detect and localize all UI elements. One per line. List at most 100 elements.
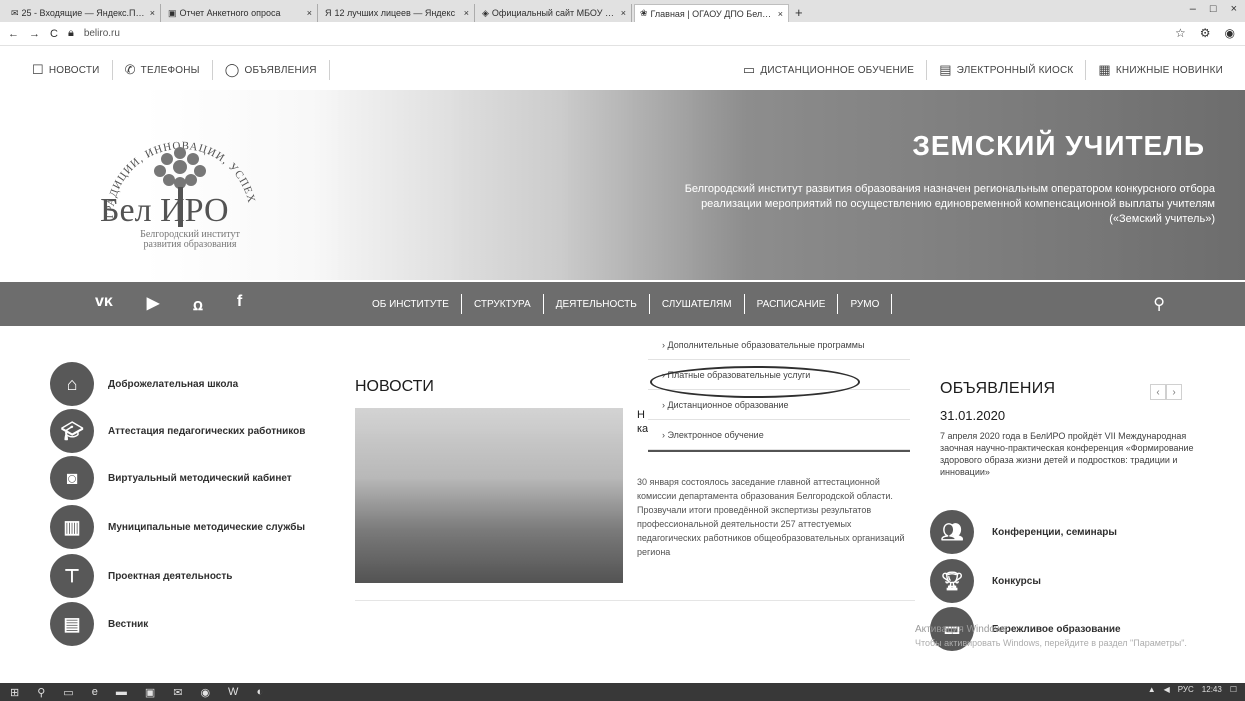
back-icon[interactable]: ←	[8, 28, 19, 40]
edge-icon[interactable]: e	[92, 686, 98, 698]
browser-tab[interactable]: Я 12 лучших лицеев — Яндекс ×	[320, 4, 475, 22]
announcements-pager: ‹ ›	[1150, 384, 1182, 400]
sidebar-item-projects[interactable]: ⊤ Проектная деятельность	[50, 554, 232, 598]
app-icon[interactable]: ◐	[256, 686, 263, 698]
announcement-date: 31.01.2020	[940, 408, 1006, 423]
word-icon[interactable]: W	[228, 686, 238, 698]
windows-activation-watermark: Активация Windows	[915, 624, 1008, 635]
trophy-icon: 🏆︎	[930, 559, 974, 603]
browser-tab-active[interactable]: ❀ Главная | ОГАОУ ДПО БелИРО ×	[634, 4, 789, 22]
top-link-phones[interactable]: ✆ ТЕЛЕФОНЫ	[113, 60, 213, 80]
top-link-new-books[interactable]: ▦ КНИЖНЫЕ НОВИНКИ	[1086, 60, 1235, 80]
browser-actions: ☆ ⚙ ◉	[1175, 26, 1235, 40]
sidebar-item-friendly-school[interactable]: ⌂ Доброжелательная школа	[50, 362, 238, 406]
nav-item-activity[interactable]: ДЕЯТЕЛЬНОСТЬ	[544, 294, 650, 314]
sidebar-item-attestation[interactable]: 🎓︎ Аттестация педагогических работников	[50, 409, 305, 453]
address-bar: ← → C 🔒︎ beliro.ru	[0, 22, 1245, 46]
notifications-icon[interactable]: ☐	[1230, 685, 1237, 694]
system-tray: ▲ ◀ РУС 12:43 ☐	[1148, 685, 1237, 694]
book-icon: ▦	[1098, 62, 1111, 77]
explorer-icon[interactable]: ▬	[116, 686, 127, 698]
vr-icon: ◙	[50, 456, 94, 500]
mail-icon: ✉	[11, 7, 19, 18]
announcements-heading[interactable]: ОБЪЯВЛЕНИЯ	[940, 380, 1055, 398]
dropdown-item-elearning[interactable]: › Электронное обучение	[648, 420, 910, 450]
yandex-icon: Я	[325, 8, 332, 18]
banner-title[interactable]: ЗЕМСКИЙ УЧИТЕЛЬ	[912, 130, 1205, 162]
sidebar-item-municipal[interactable]: ▥ Муниципальные методические службы	[50, 505, 305, 549]
close-tab-icon[interactable]: ×	[464, 8, 469, 18]
top-link-announcements[interactable]: ◯ ОБЪЯВЛЕНИЯ	[213, 60, 330, 80]
dropdown-item-programs[interactable]: › Дополнительные образовательные програм…	[648, 330, 910, 360]
prev-arrow-icon[interactable]: ‹	[1150, 384, 1166, 400]
nav-item-structure[interactable]: СТРУКТУРА	[462, 294, 544, 314]
lock-icon: 🔒︎	[67, 27, 74, 39]
task-view-icon[interactable]: ▭	[63, 686, 73, 699]
highlight-oval	[650, 366, 860, 398]
top-link-distance-learning[interactable]: ▭ ДИСТАНЦИОННОЕ ОБУЧЕНИЕ	[731, 60, 928, 80]
nav-item-about[interactable]: ОБ ИНСТИТУТЕ	[360, 294, 462, 314]
divider	[355, 600, 915, 601]
browser-tab-bar: ✉ 25 - Входящие — Яндекс.Почта × ▣ Отчет Ан…	[0, 0, 1245, 22]
banner-text: Белгородский институт развития образован…	[684, 183, 1215, 225]
close-tab-icon[interactable]: ×	[307, 8, 312, 18]
chat-icon: ☐	[32, 62, 44, 77]
top-link-kiosk[interactable]: ▤ ЭЛЕКТРОННЫЙ КИОСК	[927, 60, 1087, 80]
volume-icon[interactable]: ◀	[1164, 685, 1170, 694]
right-link-conferences[interactable]: 👥︎ Конференции, семинары	[930, 510, 1117, 554]
logo-subtitle: Белгородский институт развития образовани…	[140, 229, 240, 250]
forward-icon[interactable]: →	[29, 28, 40, 40]
close-tab-icon[interactable]: ×	[778, 9, 783, 19]
extension-icon[interactable]: ⚙	[1200, 26, 1211, 40]
windows-taskbar: ⊞ ⚲ ▭ e ▬ ▣ ✉ ◉ W ◐ ▲ ◀ РУС 12:43 ☐	[0, 683, 1245, 701]
right-link-contests[interactable]: 🏆︎ Конкурсы	[930, 559, 1041, 603]
star-icon[interactable]: ☆	[1175, 26, 1186, 40]
school-icon: ⌂	[50, 362, 94, 406]
youtube-icon[interactable]: ▶	[147, 293, 159, 315]
news-heading[interactable]: НОВОСТИ	[355, 378, 434, 396]
minimize-button[interactable]: –	[1190, 3, 1196, 15]
logo-main-text: Бел ИРО	[100, 192, 229, 229]
newspaper-icon: ▤	[50, 602, 94, 646]
social-links: ᴠᴋ ▶ ꭥ f	[95, 293, 335, 315]
browser-tab[interactable]: ▣ Отчет Анкетного опроса ×	[163, 4, 318, 22]
speech-icon: ◯	[224, 62, 240, 77]
facebook-icon[interactable]: f	[237, 293, 242, 315]
news-text: 30 января состоялось заседание главной а…	[637, 477, 905, 557]
network-icon[interactable]: ▲	[1148, 685, 1156, 694]
nav-item-schedule[interactable]: РАСПИСАНИЕ	[745, 294, 839, 314]
close-tab-icon[interactable]: ×	[621, 8, 626, 18]
mail-icon[interactable]: ✉	[173, 686, 182, 699]
url-field[interactable]: beliro.ru	[84, 28, 120, 39]
close-tab-icon[interactable]: ×	[150, 8, 155, 18]
monitor-icon: ▭	[742, 62, 756, 77]
windows-start-icon[interactable]: ⊞	[10, 686, 19, 699]
people-icon: 👥︎	[930, 510, 974, 554]
chrome-icon[interactable]: ◉	[200, 686, 210, 699]
browser-tab[interactable]: ✉ 25 - Входящие — Яндекс.Почта ×	[6, 4, 161, 22]
top-link-news[interactable]: ☐ НОВОСТИ	[20, 60, 113, 80]
odnoklassniki-icon[interactable]: ꭥ	[193, 293, 203, 315]
nav-item-students[interactable]: СЛУШАТЕЛЯМ	[650, 294, 745, 314]
top-links-bar: ☐ НОВОСТИ ✆ ТЕЛЕФОНЫ ◯ ОБЪЯВЛЕНИЯ ▭ ДИСТАНЦИ…	[0, 50, 1245, 90]
new-tab-button[interactable]: +	[795, 4, 803, 22]
language-indicator[interactable]: РУС	[1178, 685, 1194, 694]
kiosk-icon: ▤	[939, 62, 952, 77]
browser-tab[interactable]: ◈ Официальный сайт МБОУ лицея ×	[477, 4, 632, 22]
nav-item-rumo[interactable]: РУМО	[838, 294, 893, 314]
sidebar-item-virtual-cabinet[interactable]: ◙ Виртуальный методический кабинет	[50, 456, 292, 500]
search-icon[interactable]: ⚲	[1153, 294, 1165, 314]
announcement-text[interactable]: 7 апреля 2020 года в БелИРО пройдёт VII …	[940, 430, 1210, 478]
reload-icon[interactable]: C	[50, 28, 58, 40]
next-arrow-icon[interactable]: ›	[1166, 384, 1182, 400]
vk-icon[interactable]: ᴠᴋ	[95, 293, 113, 315]
store-icon[interactable]: ▣	[145, 686, 155, 699]
main-nav: ᴠᴋ ▶ ꭥ f ОБ ИНСТИТУТЕ СТРУКТУРА ДЕЯТЕЛЬН…	[0, 282, 1245, 326]
sidebar-item-bulletin[interactable]: ▤ Вестник	[50, 602, 148, 646]
clock[interactable]: 12:43	[1202, 685, 1222, 694]
news-photo[interactable]	[355, 408, 623, 583]
search-icon[interactable]: ⚲	[37, 686, 45, 699]
maximize-button[interactable]: □	[1210, 3, 1217, 15]
account-icon[interactable]: ◉	[1225, 26, 1235, 40]
close-window-button[interactable]: ×	[1231, 3, 1237, 15]
